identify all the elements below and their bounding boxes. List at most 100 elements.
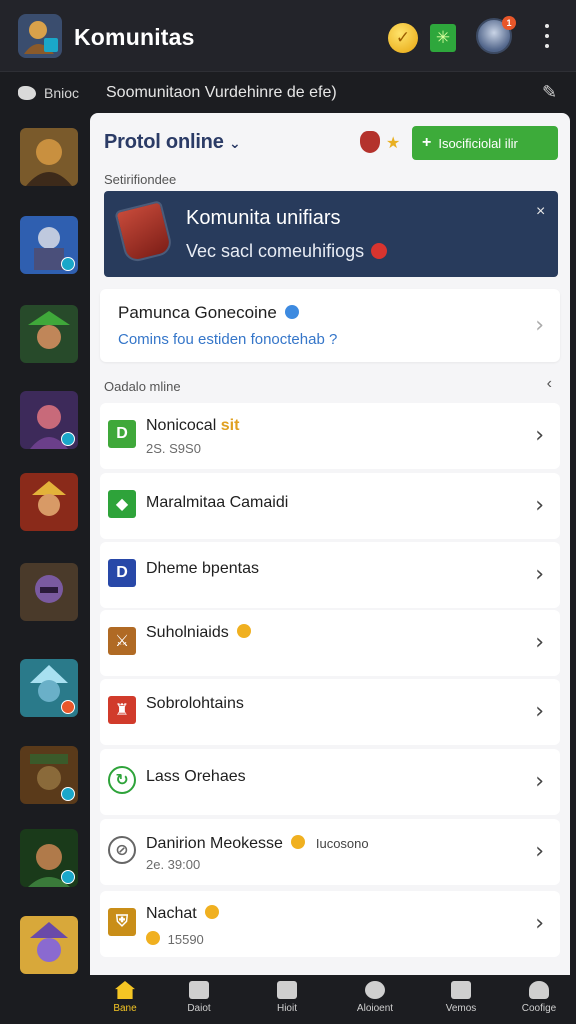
- chevron-down-icon: ⌄: [228, 135, 241, 151]
- banner-subtitle: Vec sacl comeuhifiogs: [186, 241, 388, 262]
- profile-icon: [529, 981, 549, 999]
- nav-settings[interactable]: Coofige: [504, 981, 574, 1014]
- rail-game-badge: [61, 432, 75, 446]
- nav-achievements-label: Aloioent: [356, 1003, 394, 1014]
- info-card[interactable]: Pamunca Gonecoine Comins fou estiden fon…: [100, 289, 560, 362]
- emoji-icon: [237, 624, 252, 638]
- notification-badge: 1: [502, 16, 516, 30]
- cloud-icon: [18, 86, 36, 100]
- nav-chat-label: Daiot: [187, 1003, 211, 1014]
- nav-home-label: Bane: [113, 1003, 137, 1014]
- list-item-title: Dheme bpentas: [146, 560, 259, 577]
- list-item-title-text: Danirion Meokesse: [146, 835, 283, 852]
- community-icon: D: [108, 559, 136, 587]
- rail-game-2[interactable]: [20, 216, 78, 274]
- sword-icon: ⚔: [108, 627, 136, 655]
- list-item-subtitle-text: 15590: [167, 932, 204, 947]
- list-item-title-text: Suholniaids: [146, 624, 229, 641]
- rail-game-4[interactable]: [20, 391, 78, 449]
- app-logo[interactable]: [18, 14, 62, 58]
- rail-game-badge: [61, 257, 75, 271]
- community-panel: Protol online ⌄ ★ + Isocificiolal ilir S…: [90, 113, 570, 975]
- list-item[interactable]: ◆ Maralmitaa Camaidi ›: [100, 473, 560, 539]
- heart-icon[interactable]: [360, 131, 380, 153]
- panel-brand-label: Protol online: [104, 131, 224, 153]
- info-card-title-text: Pamunca Gonecoine: [118, 303, 277, 322]
- list-item-title: Nonicocal sit: [146, 417, 239, 435]
- list-item-title: Lass Orehaes: [146, 768, 246, 785]
- bottom-navigation: Bane Daiot Hioit Aloioent Vemos Coofige: [90, 975, 576, 1024]
- banner-subtitle-text: Vec sacl comeuhifiogs: [186, 241, 365, 261]
- emoji-icon: [291, 835, 306, 849]
- rail-game-badge: [61, 870, 75, 884]
- badge-icon: ⛨: [108, 908, 136, 936]
- list-item-subtitle: 15590: [146, 931, 204, 947]
- list-item-title-text: Nonicocal: [146, 417, 217, 434]
- collapse-icon[interactable]: ‹: [547, 375, 552, 393]
- community-subtitle: Soomunitaon Vurdehinre de efe): [106, 84, 337, 101]
- list-item[interactable]: ⊘ Danirion Meokesse Iucosono 2e. 39:00 ›: [100, 819, 560, 885]
- rail-game-9[interactable]: [20, 829, 78, 887]
- community-icon: ◆: [108, 490, 136, 518]
- document-icon: [189, 981, 209, 999]
- chevron-right-icon: ›: [535, 423, 544, 448]
- coin-icon: [146, 931, 160, 945]
- featured-banner[interactable]: Komunita unifiars Vec sacl comeuhifiogs …: [104, 191, 558, 277]
- app-title: Komunitas: [74, 24, 195, 50]
- alert-icon: [371, 243, 388, 259]
- nav-games[interactable]: Vemos: [426, 981, 496, 1014]
- coin-icon[interactable]: ✓: [388, 23, 418, 53]
- chevron-right-icon: ›: [535, 562, 544, 587]
- more-options-icon[interactable]: [540, 24, 554, 48]
- list-item-title: Danirion Meokesse Iucosono: [146, 835, 369, 853]
- rail-game-badge: [61, 700, 75, 714]
- list-item[interactable]: D Dheme bpentas ›: [100, 542, 560, 608]
- close-icon[interactable]: ×: [536, 203, 545, 221]
- info-card-title: Pamunca Gonecoine: [118, 303, 299, 323]
- nav-hub[interactable]: Hioit: [252, 981, 322, 1014]
- rail-game-badge: [61, 787, 75, 801]
- block-icon: ⊘: [108, 836, 136, 864]
- add-community-label: Isocificiolal ilir: [438, 135, 518, 151]
- add-community-button[interactable]: + Isocificiolal ilir: [412, 126, 558, 160]
- star-icon[interactable]: ★: [386, 133, 400, 153]
- castle-icon: ♜: [108, 696, 136, 724]
- chevron-right-icon: ›: [535, 493, 544, 518]
- rail-game-6[interactable]: [20, 563, 78, 621]
- chevron-right-icon: ›: [535, 839, 544, 864]
- list-item[interactable]: ⛨ Nachat 15590 ›: [100, 891, 560, 957]
- rail-game-8[interactable]: [20, 746, 78, 804]
- rail-game-10[interactable]: [20, 916, 78, 974]
- list-item[interactable]: D Nonicocal sit 2S. S9S0 ›: [100, 403, 560, 469]
- list-item[interactable]: ♜ Sobrolohtains ›: [100, 679, 560, 745]
- rail-game-3[interactable]: [20, 305, 78, 363]
- rail-header[interactable]: Bnioc: [18, 85, 79, 101]
- verified-icon: [284, 305, 299, 319]
- list-item-subtitle: 2e. 39:00: [146, 857, 201, 872]
- section-label-online: Oadalo mline: [104, 379, 181, 394]
- shield-icon: [114, 199, 174, 265]
- list-item-meta: Iucosono: [315, 836, 369, 851]
- rail-game-7[interactable]: [20, 659, 78, 717]
- list-item-subtitle: 2S. S9S0: [146, 441, 201, 456]
- rail-game-1[interactable]: [20, 128, 78, 186]
- nav-home[interactable]: Bane: [90, 981, 160, 1014]
- nav-chat[interactable]: Daiot: [164, 981, 234, 1014]
- list-item-title: Sobrolohtains: [146, 695, 244, 712]
- chevron-right-icon: ›: [535, 699, 544, 724]
- refresh-icon: ↻: [108, 766, 136, 794]
- nav-games-label: Vemos: [445, 1003, 477, 1014]
- banner-title: Komunita unifiars: [186, 207, 341, 229]
- community-icon: D: [108, 420, 136, 448]
- trophy-icon: [365, 981, 385, 999]
- edit-icon[interactable]: ✎: [542, 82, 557, 103]
- monitor-icon: [451, 981, 471, 999]
- nav-achievements[interactable]: Aloioent: [340, 981, 410, 1014]
- rail-game-5[interactable]: [20, 473, 78, 531]
- list-item[interactable]: ↻ Lass Orehaes ›: [100, 749, 560, 815]
- list-item[interactable]: ⚔ Suholniaids ›: [100, 610, 560, 676]
- gem-icon[interactable]: ✳: [430, 24, 456, 52]
- chevron-right-icon: ›: [535, 769, 544, 794]
- info-card-subtitle[interactable]: Comins fou estiden fonoctehab ?: [118, 331, 337, 348]
- panel-brand[interactable]: Protol online ⌄: [104, 131, 241, 154]
